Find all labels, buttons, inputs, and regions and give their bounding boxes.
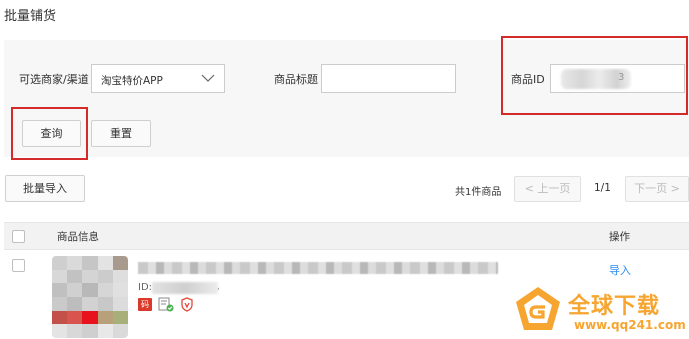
next-page-button[interactable]: 下一页 > [625, 176, 689, 202]
row-checkbox[interactable] [12, 259, 25, 272]
import-link[interactable]: 导入 [609, 262, 631, 278]
reset-button[interactable]: 重置 [91, 120, 151, 147]
page-title: 批量铺货 [4, 9, 57, 24]
watermark-text: 全球下载 [568, 294, 661, 319]
product-title-masked [138, 262, 498, 274]
bulk-import-button[interactable]: 批量导入 [5, 175, 85, 202]
chevron-down-icon [200, 71, 216, 88]
badge-icon [180, 297, 194, 315]
row-id-tail: , [217, 282, 220, 292]
highlight-box-id [501, 36, 688, 115]
title-label: 商品标题 [274, 73, 318, 86]
column-product-info: 商品信息 [57, 231, 99, 243]
prev-page-button[interactable]: < 上一页 [514, 176, 581, 202]
watermark-url: www.qq241.com [574, 318, 686, 332]
product-thumbnail [52, 256, 128, 338]
merchant-select-value: 淘宝特价APP [101, 75, 163, 87]
merchant-label: 可选商家/渠道 [19, 73, 89, 86]
select-all-checkbox[interactable] [12, 230, 25, 243]
column-operations: 操作 [609, 231, 630, 243]
highlight-box-query [11, 107, 88, 160]
edit-check-icon [158, 297, 174, 315]
watermark-logo-icon [512, 284, 564, 337]
title-input[interactable] [321, 64, 456, 93]
page-indicator: 1/1 [594, 182, 611, 194]
table-header [4, 222, 689, 250]
code-tag-icon: 码 [138, 298, 152, 311]
merchant-select[interactable]: 淘宝特价APP [91, 64, 225, 93]
row-id-masked [152, 282, 218, 294]
row-id-label: ID: [138, 282, 153, 293]
total-count: 共1件商品 [455, 187, 502, 198]
